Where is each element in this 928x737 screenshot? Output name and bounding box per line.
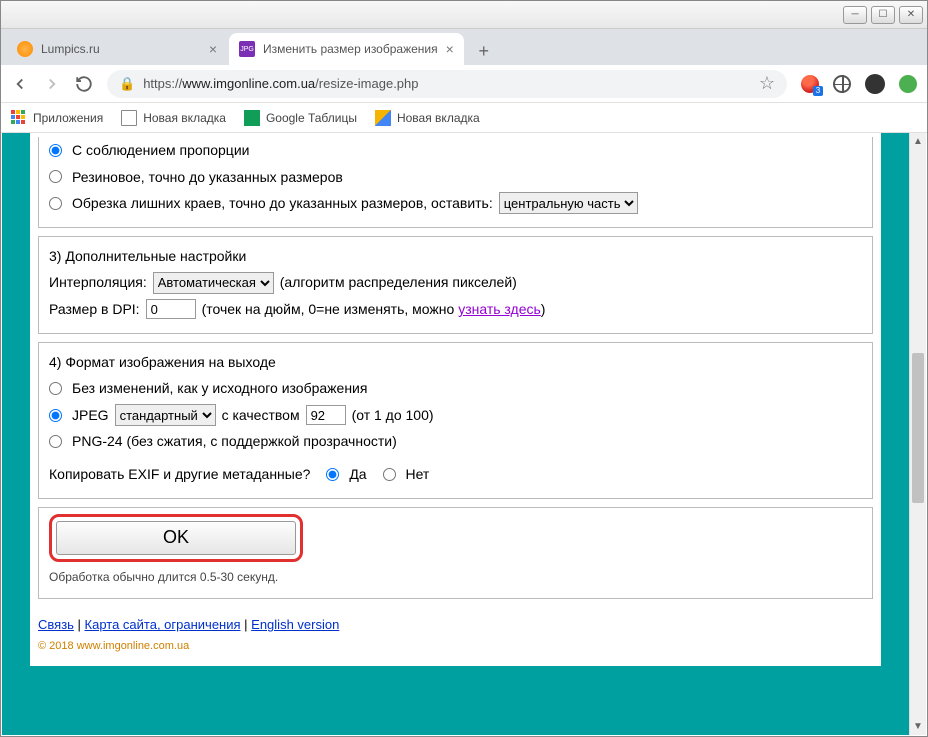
new-tab-button[interactable]: +: [470, 37, 498, 65]
forward-button[interactable]: [43, 75, 61, 93]
exif-label: Копировать EXIF и другие метаданные?: [49, 461, 310, 488]
favicon-icon: [17, 41, 33, 57]
dpi-input[interactable]: [146, 299, 196, 319]
tab-lumpics[interactable]: Lumpics.ru ×: [7, 33, 227, 65]
extension-opera-icon[interactable]: [801, 75, 819, 93]
apps-button[interactable]: Приложения: [11, 110, 103, 126]
processing-note: Обработка обычно длится 0.5-30 секунд.: [49, 566, 862, 589]
dpi-label: Размер в DPI:: [49, 296, 140, 323]
dpi-help-link[interactable]: узнать здесь: [458, 301, 541, 317]
minimize-button[interactable]: ─: [843, 6, 867, 24]
bookmark-item[interactable]: Новая вкладка: [375, 110, 480, 126]
tab-title: Lumpics.ru: [41, 42, 100, 56]
scroll-up-icon[interactable]: ▲: [910, 133, 926, 150]
back-button[interactable]: [11, 75, 29, 93]
interpolation-select[interactable]: Автоматическая: [153, 272, 274, 294]
section-title: 4) Формат изображения на выходе: [49, 349, 862, 376]
extension-green-icon[interactable]: [899, 75, 917, 93]
bookmark-item[interactable]: Google Таблицы: [244, 110, 357, 126]
tab-imgonline[interactable]: JPG Изменить размер изображения ×: [229, 33, 464, 65]
radio-exif-yes[interactable]: [326, 468, 339, 481]
ok-button[interactable]: OK: [56, 521, 296, 555]
scroll-down-icon[interactable]: ▼: [910, 718, 926, 735]
window-titlebar: ─ ☐ ✕: [1, 1, 927, 29]
address-bar: 🔒 https://www.imgonline.com.ua/resize-im…: [1, 65, 927, 103]
interp-label: Интерполяция:: [49, 269, 147, 296]
section-resize-mode: С соблюдением пропорции Резиновое, точно…: [38, 137, 873, 228]
url-text: https://www.imgonline.com.ua/resize-imag…: [143, 76, 418, 91]
radio-format-jpeg[interactable]: [49, 409, 62, 422]
jpeg-subtype-select[interactable]: стандартный: [115, 404, 216, 426]
apps-icon: [11, 110, 27, 126]
toolbar-right: [801, 74, 917, 94]
section-additional: 3) Дополнительные настройки Интерполяция…: [38, 236, 873, 334]
favicon-icon: JPG: [239, 41, 255, 57]
footer-link-contact[interactable]: Связь: [38, 617, 74, 632]
section-output-format: 4) Формат изображения на выходе Без изме…: [38, 342, 873, 499]
page-content: С соблюдением пропорции Резиновое, точно…: [2, 133, 909, 735]
lock-icon: 🔒: [119, 76, 135, 92]
bookmark-star-icon[interactable]: ☆: [759, 73, 775, 94]
radio-exif-no[interactable]: [383, 468, 396, 481]
footer-link-sitemap[interactable]: Карта сайта, ограничения: [85, 617, 241, 632]
extension-globe-icon[interactable]: [833, 75, 851, 93]
radio-format-png[interactable]: [49, 435, 62, 448]
radio-proportional[interactable]: [49, 144, 62, 157]
close-button[interactable]: ✕: [899, 6, 923, 24]
interp-hint: (алгоритм распределения пикселей): [280, 269, 517, 296]
radio-format-same[interactable]: [49, 382, 62, 395]
ok-highlight: OK: [49, 514, 303, 562]
copyright: © 2018 www.imgonline.com.ua: [38, 640, 873, 652]
tab-bar: Lumpics.ru × JPG Изменить размер изображ…: [1, 29, 927, 65]
bookmarks-bar: Приложения Новая вкладка Google Таблицы …: [1, 103, 927, 133]
footer-link-english[interactable]: English version: [251, 617, 339, 632]
tab-title: Изменить размер изображения: [263, 42, 438, 56]
vertical-scrollbar[interactable]: ▲ ▼: [909, 133, 926, 735]
reload-button[interactable]: [75, 75, 93, 93]
page-icon: [375, 110, 391, 126]
tab-close-icon[interactable]: ×: [446, 41, 454, 57]
browser-window: ─ ☐ ✕ Lumpics.ru × JPG Изменить размер и…: [0, 0, 928, 737]
page-viewport: С соблюдением пропорции Резиновое, точно…: [2, 133, 926, 735]
maximize-button[interactable]: ☐: [871, 6, 895, 24]
profile-avatar[interactable]: [865, 74, 885, 94]
url-input[interactable]: 🔒 https://www.imgonline.com.ua/resize-im…: [107, 70, 787, 98]
crop-position-select[interactable]: центральную часть: [499, 192, 638, 214]
section-title: 3) Дополнительные настройки: [49, 243, 862, 270]
bookmark-item[interactable]: Новая вкладка: [121, 110, 226, 126]
jpeg-quality-input[interactable]: [306, 405, 346, 425]
page-footer: Связь | Карта сайта, ограничения | Engli…: [38, 617, 873, 652]
scroll-thumb[interactable]: [912, 353, 924, 503]
page-icon: [121, 110, 137, 126]
radio-crop[interactable]: [49, 197, 62, 210]
section-submit: OK Обработка обычно длится 0.5-30 секунд…: [38, 507, 873, 600]
sheets-icon: [244, 110, 260, 126]
radio-rubber[interactable]: [49, 170, 62, 183]
tab-close-icon[interactable]: ×: [209, 41, 217, 57]
